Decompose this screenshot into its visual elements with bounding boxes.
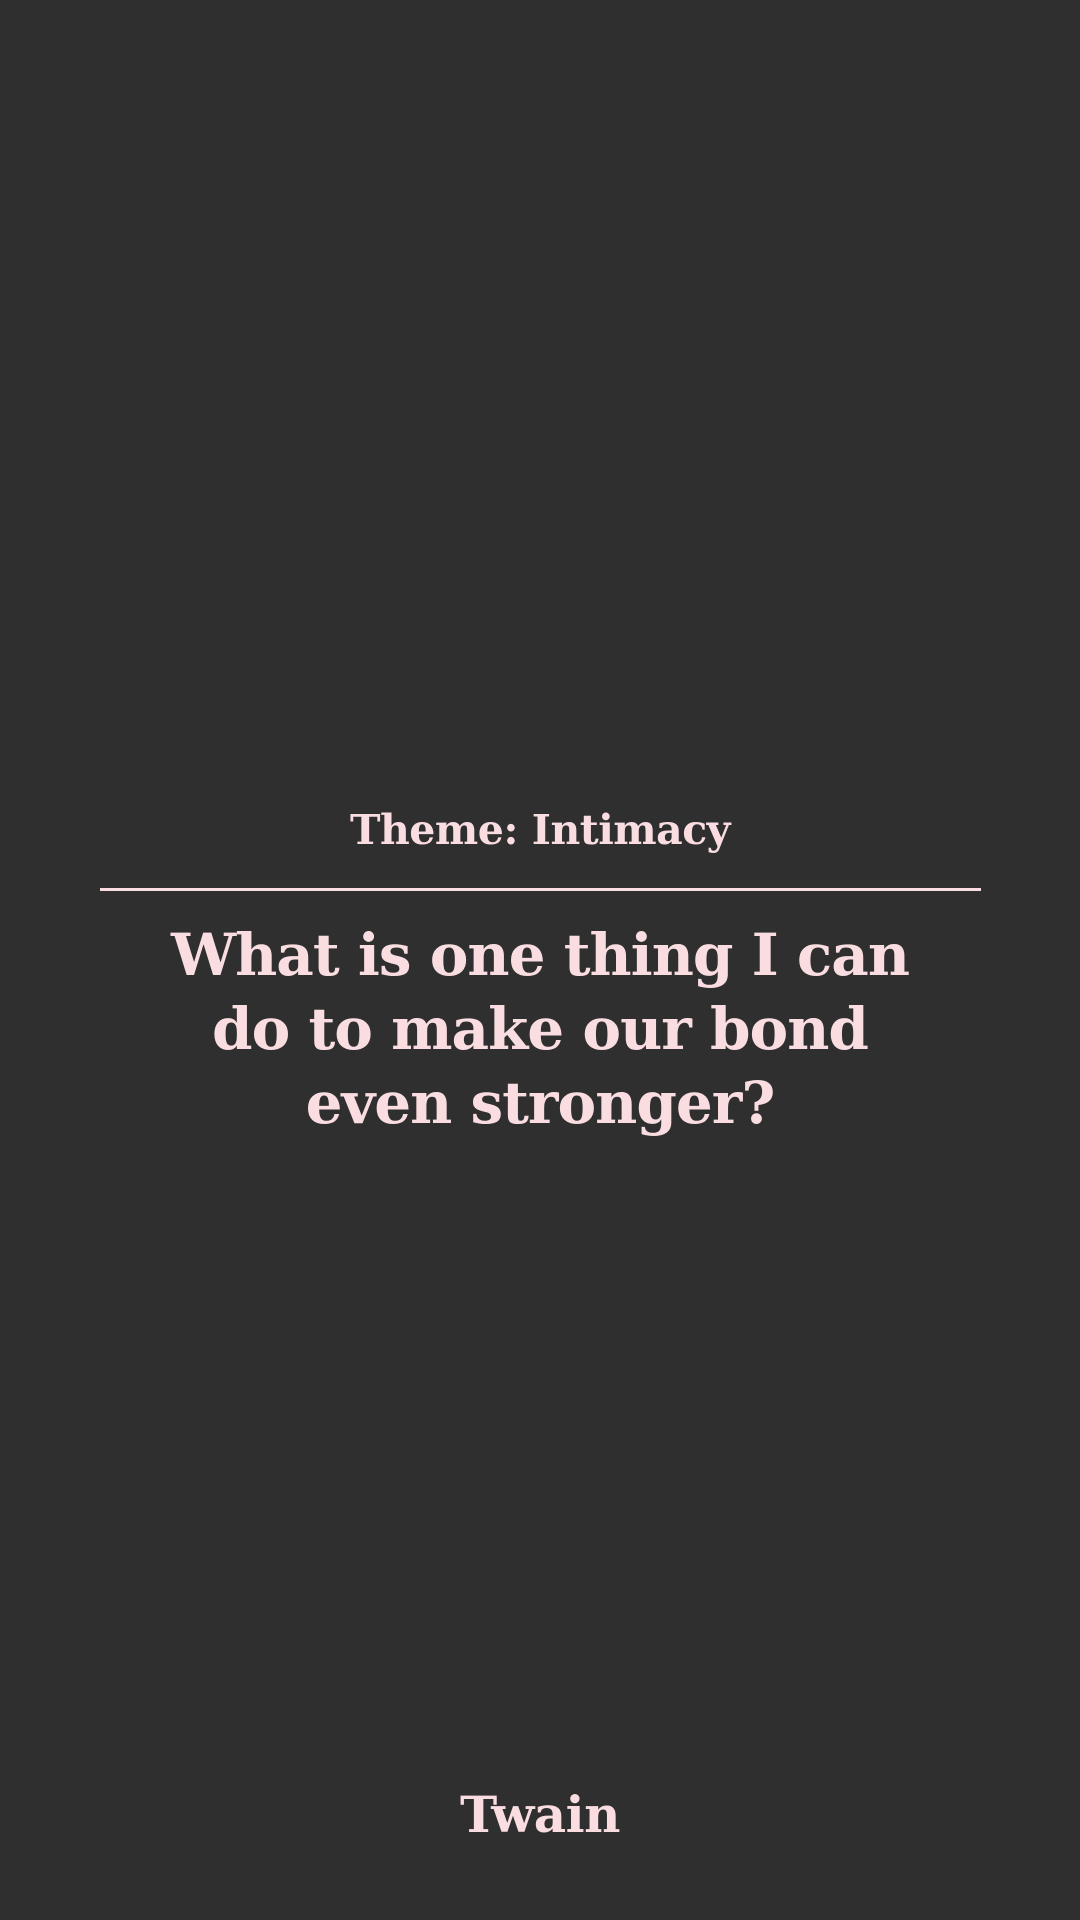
question-card-screen[interactable]: Theme: Intimacy What is one thing I can …: [0, 0, 1080, 1920]
divider-line: [100, 888, 981, 891]
question-text: What is one thing I can do to make our b…: [171, 921, 910, 1137]
theme-label: Theme: Intimacy: [349, 806, 731, 854]
brand-logo-text: Twain: [460, 1785, 621, 1844]
